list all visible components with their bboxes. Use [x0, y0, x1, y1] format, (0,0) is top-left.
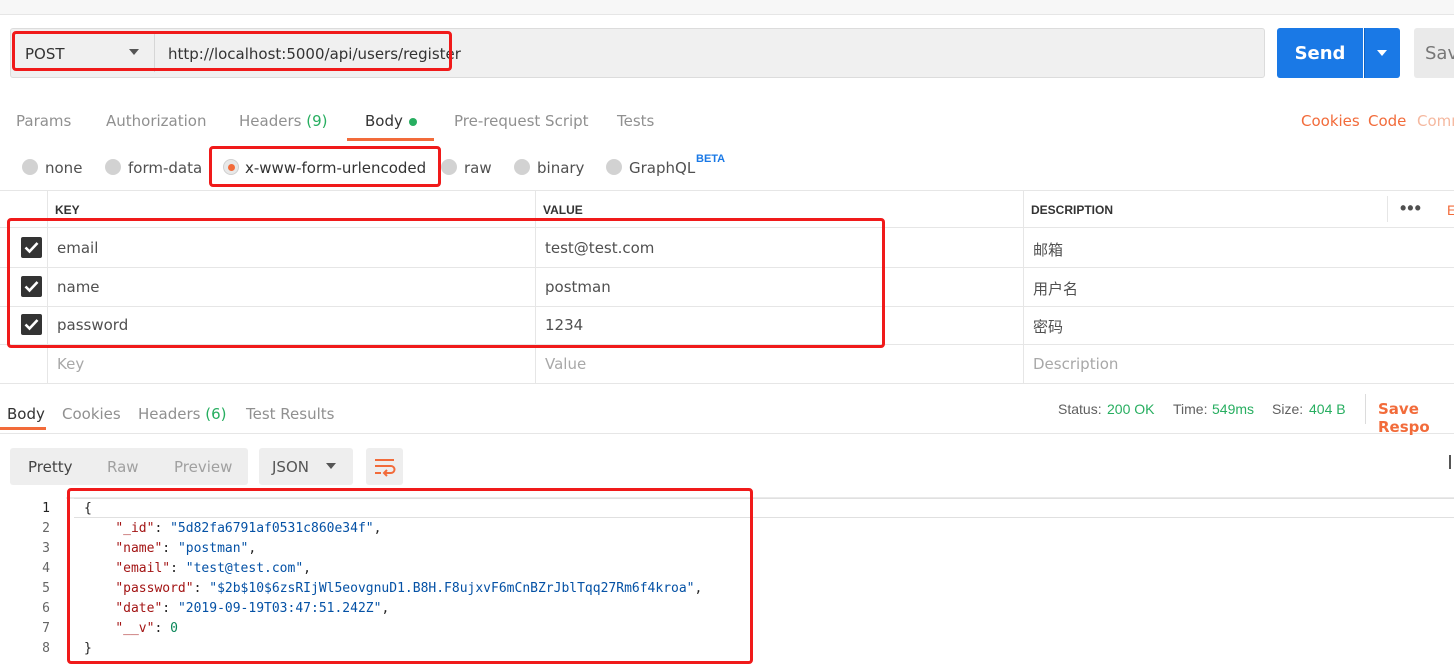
new-value-input[interactable]: Value — [545, 355, 586, 373]
tab-headers-label: Headers — [239, 112, 302, 130]
window-top-strip — [0, 0, 1454, 15]
radio-none[interactable] — [22, 159, 38, 175]
beta-badge: BETA — [696, 153, 726, 165]
response-tab-body[interactable]: Body — [7, 405, 45, 423]
response-highlight — [67, 488, 753, 664]
bulk-edit-link[interactable]: E — [1447, 202, 1454, 218]
line-number: 7 — [42, 621, 50, 636]
new-description-input[interactable]: Description — [1033, 355, 1118, 373]
wrap-lines-button[interactable] — [366, 448, 403, 485]
tab-prerequest-script[interactable]: Pre-request Script — [454, 112, 589, 130]
tab-params[interactable]: Params — [16, 112, 71, 130]
column-description-header: DESCRIPTION — [1031, 203, 1114, 217]
divider — [1365, 394, 1366, 424]
row-divider — [0, 383, 1454, 384]
save-response-button[interactable]: Save Respo — [1378, 400, 1454, 436]
column-divider — [1387, 196, 1388, 222]
line-number: 1 — [42, 501, 50, 516]
radio-graphql[interactable] — [606, 159, 622, 175]
response-active-tab-indicator — [0, 427, 46, 430]
radio-none-label[interactable]: none — [45, 159, 82, 177]
wrap-icon — [375, 459, 396, 477]
new-key-input[interactable]: Key — [57, 355, 84, 373]
line-number: 6 — [42, 601, 50, 616]
response-headers-count: (6) — [205, 405, 227, 423]
size-value: 404 B — [1309, 401, 1346, 417]
radio-raw[interactable] — [441, 159, 457, 175]
response-tab-cookies[interactable]: Cookies — [62, 405, 121, 423]
radio-form-data-label[interactable]: form-data — [128, 159, 202, 177]
active-tab-indicator — [347, 138, 434, 141]
headers-count: (9) — [306, 112, 328, 130]
line-number: 8 — [42, 641, 50, 656]
param-description[interactable]: 邮箱 — [1033, 239, 1063, 260]
param-description[interactable]: 用户名 — [1033, 278, 1078, 299]
line-number: 3 — [42, 541, 50, 556]
method-url-highlight — [12, 31, 452, 71]
send-button[interactable]: Send — [1277, 28, 1363, 78]
status-label: Status: — [1058, 401, 1102, 417]
radio-binary[interactable] — [514, 159, 530, 175]
code-link[interactable]: Code — [1368, 112, 1406, 130]
radio-graphql-label[interactable]: GraphQL — [629, 159, 695, 177]
tab-body[interactable]: Body — [365, 112, 417, 130]
save-button[interactable]: Sav — [1414, 28, 1454, 78]
view-raw-button[interactable]: Raw — [107, 458, 139, 476]
chevron-down-icon — [326, 463, 336, 469]
param-description[interactable]: 密码 — [1033, 316, 1063, 337]
tab-authorization[interactable]: Authorization — [106, 112, 206, 130]
radio-binary-label[interactable]: binary — [537, 159, 584, 177]
cookies-link[interactable]: Cookies — [1301, 112, 1360, 130]
more-options-icon[interactable]: ••• — [1400, 198, 1422, 219]
comments-link[interactable]: Comm — [1417, 112, 1454, 130]
tab-headers[interactable]: Headers (9) — [239, 112, 327, 130]
tab-tests[interactable]: Tests — [617, 112, 654, 130]
tab-body-label: Body — [365, 112, 403, 130]
params-highlight — [7, 218, 885, 348]
response-tab-test-results[interactable]: Test Results — [246, 405, 334, 423]
column-divider — [1023, 190, 1024, 383]
column-key-header: KEY — [55, 203, 80, 217]
view-pretty-button[interactable]: Pretty — [28, 458, 73, 476]
chevron-down-icon — [1377, 50, 1387, 56]
radio-raw-label[interactable]: raw — [464, 159, 492, 177]
response-tab-headers-label: Headers — [138, 405, 201, 423]
line-number: 2 — [42, 521, 50, 536]
response-tab-headers[interactable]: Headers (6) — [138, 405, 226, 423]
column-value-header: VALUE — [543, 203, 583, 217]
status-value: 200 OK — [1107, 401, 1155, 417]
view-preview-button[interactable]: Preview — [174, 458, 232, 476]
urlencoded-highlight — [209, 146, 441, 187]
body-active-dot — [408, 117, 417, 126]
search-icon[interactable] — [1449, 455, 1451, 469]
response-tabs-divider — [0, 433, 1454, 434]
line-number: 5 — [42, 581, 50, 596]
size-label: Size: — [1272, 401, 1304, 417]
radio-form-data[interactable] — [105, 159, 121, 175]
time-value: 549ms — [1212, 401, 1255, 417]
line-number: 4 — [42, 561, 50, 576]
time-label: Time: — [1173, 401, 1208, 417]
format-label: JSON — [272, 458, 309, 476]
